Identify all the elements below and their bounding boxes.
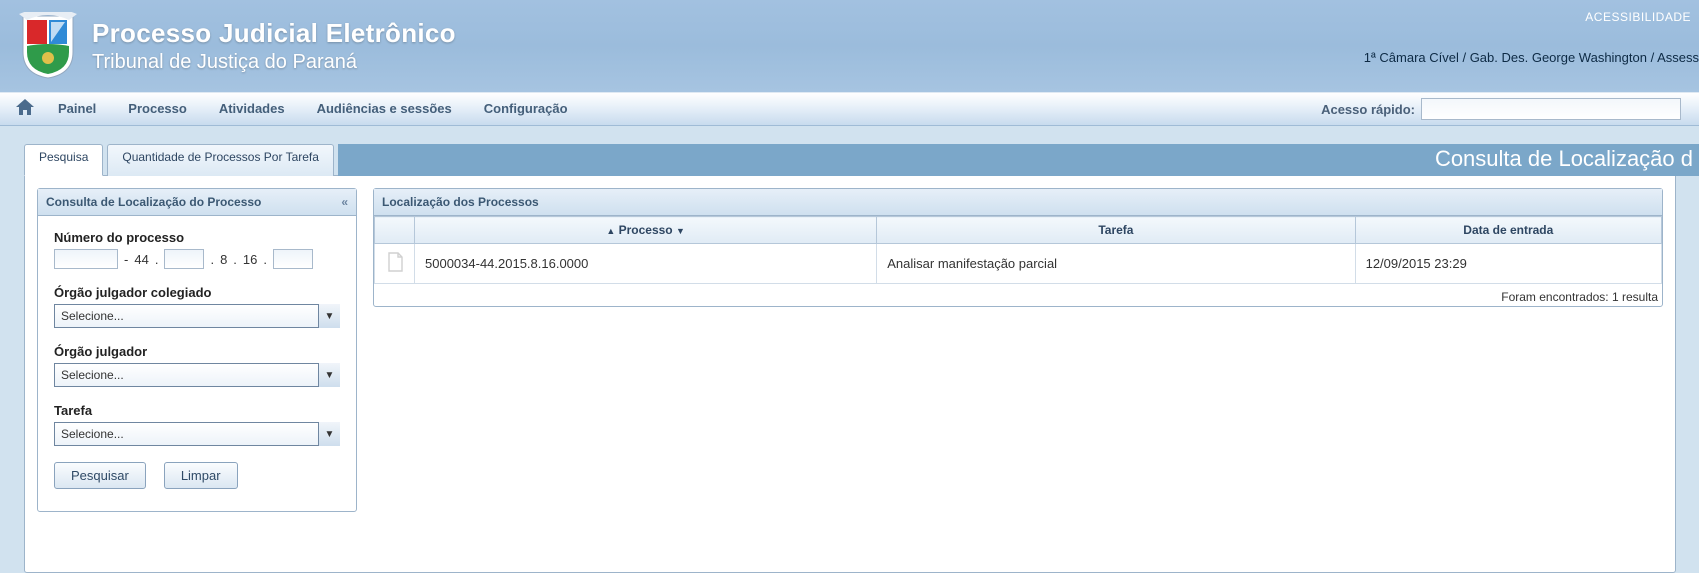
results-table: ▲ Processo ▼ Tarefa Data de entrada 5000… [374,216,1662,284]
process-number-row: Número do processo - 44 . . 8 . 16 . [54,230,340,269]
process-number-seq[interactable] [54,249,118,269]
process-number-origin[interactable] [273,249,313,269]
tab-pesquisa[interactable]: Pesquisa [24,144,103,176]
search-panel: Consulta de Localização do Processo « Nú… [37,188,357,512]
process-number-fields: - 44 . . 8 . 16 . [54,249,340,269]
clear-button[interactable]: Limpar [164,462,238,489]
orgao-colegiado-label: Órgão julgador colegiado [54,285,340,300]
cell-processo: 5000034-44.2015.8.16.0000 [415,244,877,284]
accessibility-link[interactable]: ACESSIBILIDADE [1364,10,1699,24]
orgao-julgador-label: Órgão julgador [54,344,340,359]
nav-item-audiencias[interactable]: Audiências e sessões [301,92,468,126]
column-tarefa[interactable]: Tarefa [877,217,1355,244]
app-subtitle: Tribunal de Justiça do Paraná [92,51,456,74]
search-panel-title: Consulta de Localização do Processo [46,195,261,209]
quick-access: Acesso rápido: [1321,98,1691,120]
results-footer: Foram encontrados: 1 resulta [374,284,1662,306]
text-sep-dot2: . [208,252,216,267]
chevron-down-icon: ▼ [318,363,340,387]
process-number-year[interactable] [164,249,204,269]
column-processo[interactable]: ▲ Processo ▼ [415,217,877,244]
orgao-colegiado-value: Selecione... [54,304,340,328]
results-panel: Localização dos Processos ▲ Processo ▼ T… [373,188,1663,307]
tarefa-select[interactable]: Selecione... ▼ [54,422,340,446]
chevron-down-icon: ▼ [318,304,340,328]
nav-item-processo[interactable]: Processo [112,92,203,126]
cell-data-entrada: 12/09/2015 23:29 [1355,244,1661,284]
text-sep-dot4: . [261,252,269,267]
column-processo-label: Processo [619,223,673,237]
search-button[interactable]: Pesquisar [54,462,146,489]
nav-item-configuracao[interactable]: Configuração [468,92,584,126]
orgao-colegiado-row: Órgão julgador colegiado Selecione... ▼ [54,285,340,328]
column-data-entrada[interactable]: Data de entrada [1355,217,1661,244]
main-navbar: Painel Processo Atividades Audiências e … [0,92,1699,126]
sort-asc-icon: ▲ [606,226,615,236]
orgao-colegiado-select[interactable]: Selecione... ▼ [54,304,340,328]
process-number-label: Número do processo [54,230,340,245]
chevron-down-icon: ▼ [318,422,340,446]
document-icon [375,244,415,284]
orgao-julgador-value: Selecione... [54,363,340,387]
panel-row: Consulta de Localização do Processo « Nú… [24,175,1676,573]
app-title: Processo Judicial Eletrônico [92,18,456,49]
process-number-tr: 16 [243,252,257,267]
orgao-julgador-row: Órgão julgador Selecione... ▼ [54,344,340,387]
app-header: Processo Judicial Eletrônico Tribunal de… [0,0,1699,92]
coat-of-arms-icon [18,11,78,81]
tab-strip: Pesquisa Quantidade de Processos Por Tar… [24,144,1699,176]
process-number-dv: 44 [134,252,148,267]
table-row[interactable]: 5000034-44.2015.8.16.0000 Analisar manif… [375,244,1662,284]
content-wrap: Pesquisa Quantidade de Processos Por Tar… [0,126,1699,573]
quick-access-input[interactable] [1421,98,1681,120]
nav-item-painel[interactable]: Painel [42,92,112,126]
nav-item-atividades[interactable]: Atividades [203,92,301,126]
tab-quantidade-processos[interactable]: Quantidade de Processos Por Tarefa [107,144,334,176]
orgao-julgador-select[interactable]: Selecione... ▼ [54,363,340,387]
user-context-line: 1ª Câmara Cível / Gab. Des. George Washi… [1364,50,1699,65]
text-sep-dash: - [122,252,130,267]
home-icon[interactable] [8,99,42,120]
search-panel-body: Número do processo - 44 . . 8 . 16 . [38,216,356,511]
button-row: Pesquisar Limpar [54,462,340,489]
process-number-j: 8 [220,252,227,267]
collapse-icon[interactable]: « [341,195,348,209]
quick-access-label: Acesso rápido: [1321,102,1415,117]
sort-desc-icon: ▼ [676,226,685,236]
search-panel-header: Consulta de Localização do Processo « [38,189,356,216]
column-icon [375,217,415,244]
tarefa-label: Tarefa [54,403,340,418]
tarefa-row: Tarefa Selecione... ▼ [54,403,340,446]
header-right: ACESSIBILIDADE 1ª Câmara Cível / Gab. De… [1364,10,1699,65]
results-panel-title: Localização dos Processos [374,189,1662,216]
text-sep-dot1: . [153,252,161,267]
tarefa-value: Selecione... [54,422,340,446]
header-titles: Processo Judicial Eletrônico Tribunal de… [92,18,456,74]
text-sep-dot3: . [231,252,239,267]
page-heading: Consulta de Localização d [338,144,1699,176]
cell-tarefa: Analisar manifestação parcial [877,244,1355,284]
